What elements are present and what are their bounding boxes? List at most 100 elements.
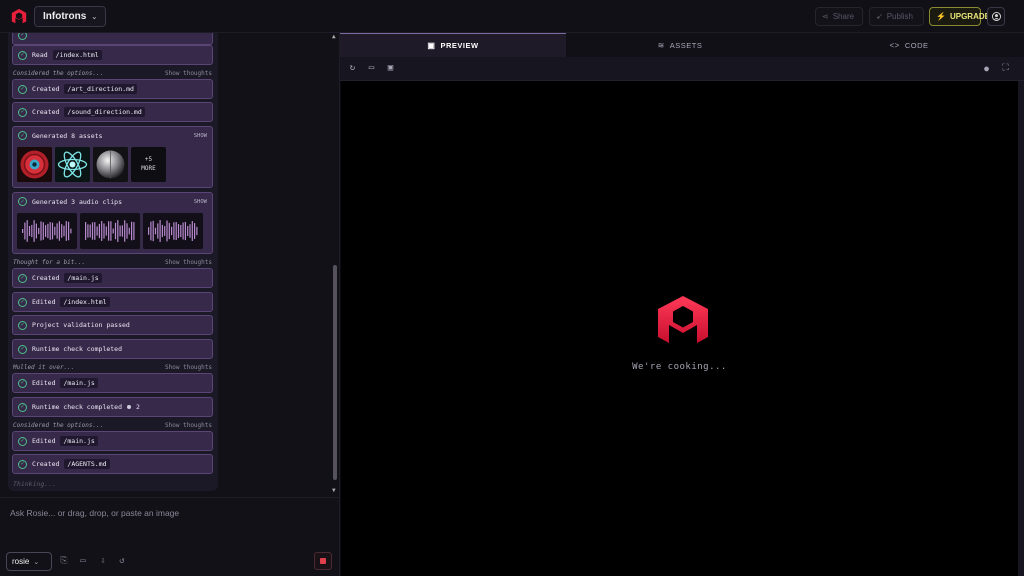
app-logo-icon[interactable] (10, 8, 28, 26)
waveform-bar (189, 224, 191, 238)
status-dot-icon (127, 405, 132, 409)
waveform-bar (65, 221, 67, 241)
code-icon: <> (889, 40, 900, 50)
step-item[interactable]: ✓ Edited /main.js (12, 431, 213, 451)
chat-panel: ✓ ✓ Read /index.html Considered the opti… (0, 33, 340, 576)
show-thoughts-link[interactable]: Show thoughts (165, 364, 212, 371)
account-button[interactable] (987, 7, 1005, 26)
step-item[interactable]: ✓ Runtime check completed (12, 339, 213, 359)
step-item[interactable]: ✓ Created /sound_direction.md (12, 102, 213, 122)
upgrade-button[interactable]: ⚡ UPGRADE (929, 7, 990, 26)
step-item[interactable]: ✓ Project validation passed (12, 315, 213, 335)
step-item[interactable]: ✓ Created /art_direction.md (12, 79, 213, 99)
waveform-bar (119, 225, 121, 237)
user-icon (991, 12, 1001, 21)
waveform-bar (105, 226, 107, 236)
waveform-bar (98, 223, 100, 239)
waveform-bar (31, 224, 33, 238)
chat-input-area: Ask Rosie... or drag, drop, or paste an … (0, 497, 340, 576)
waveform-bar (63, 225, 65, 237)
step-item[interactable]: ✓ Runtime check completed 2 (12, 397, 213, 417)
preview-canvas[interactable]: We're cooking... (341, 81, 1018, 576)
waveform-bar (150, 221, 152, 241)
history-icon[interactable]: ↺ (117, 556, 127, 566)
share-button[interactable]: ⋖ Share (815, 7, 863, 26)
waveform-bar (101, 221, 103, 241)
upgrade-label: UPGRADE (949, 12, 990, 21)
show-thoughts-link[interactable]: Show thoughts (165, 422, 212, 429)
scrollbar-thumb[interactable] (333, 265, 337, 480)
audio-clip[interactable] (80, 213, 140, 249)
chevron-down-icon: ⌄ (91, 13, 98, 21)
show-thoughts-link[interactable]: Show thoughts (165, 259, 212, 266)
card-header: ✓ Generated 3 audio clips SHOW (18, 197, 207, 206)
step-verb: Created (32, 460, 60, 468)
waveform-bar (196, 226, 198, 236)
waveform-bar (112, 228, 114, 234)
thought-row: Considered the options... Show thoughts (13, 422, 212, 429)
tab-assets[interactable]: ≋ ASSETS (566, 33, 794, 57)
monitor-icon[interactable]: ▭ (366, 63, 377, 74)
waveform-icon (85, 220, 135, 242)
screenshot-icon[interactable]: ▣ (385, 63, 396, 74)
waveform-bar (182, 222, 184, 240)
waveform-bar (70, 228, 72, 234)
upload-icon[interactable]: ⇩ (98, 556, 108, 566)
repeat-count: 2 (136, 403, 140, 411)
stop-button[interactable] (314, 552, 332, 570)
waveform-bar (184, 221, 186, 241)
step-item[interactable]: ✓ Created /AGENTS.md (12, 454, 213, 474)
thought-text: Considered the options... (13, 422, 104, 429)
step-item[interactable]: ✓ Created /main.js (12, 268, 213, 288)
check-icon: ✓ (18, 297, 27, 307)
check-icon: ✓ (18, 50, 27, 60)
project-switcher[interactable]: Infotrons ⌄ (34, 6, 107, 27)
tab-preview[interactable]: ▣ PREVIEW (340, 33, 566, 57)
attach-icon[interactable]: ⎘ (59, 556, 69, 566)
record-icon[interactable]: ● (981, 63, 992, 74)
waveform-bar (191, 221, 193, 241)
refresh-icon[interactable]: ↻ (347, 63, 358, 74)
model-select[interactable]: rosie ⌄ (6, 552, 52, 571)
show-audio-link[interactable]: SHOW (194, 199, 207, 205)
tab-label: PREVIEW (440, 41, 479, 50)
step-item[interactable]: ✓ Edited /index.html (12, 292, 213, 312)
step-verb: Read (32, 51, 48, 59)
chat-input[interactable]: Ask Rosie... or drag, drop, or paste an … (10, 508, 179, 518)
step-item[interactable]: ✓ Read /index.html (12, 45, 213, 65)
step-item[interactable]: ✓ Edited /main.js (12, 373, 213, 393)
waveform-bar (157, 223, 159, 239)
publish-button[interactable]: ➹ Publish (869, 7, 924, 26)
asset-thumbnail[interactable] (17, 147, 52, 182)
scroll-up-icon[interactable]: ▲ (332, 33, 336, 40)
card-title: Generated 3 audio clips (32, 197, 123, 206)
step-verb: Created (32, 274, 60, 282)
more-label: MORE (141, 164, 156, 172)
waveform-bar (22, 229, 24, 233)
check-icon: ✓ (18, 84, 27, 94)
stop-icon (320, 558, 326, 564)
image-icon[interactable]: ▭ (78, 556, 88, 566)
waveform-bar (96, 226, 98, 236)
waveform-bar (26, 220, 28, 242)
more-assets-tile[interactable]: +5 MORE (131, 147, 166, 182)
scroll-down-icon[interactable]: ▼ (332, 487, 336, 494)
waveform-bar (94, 222, 96, 240)
waveform-bar (68, 221, 70, 241)
step-verb: Created (32, 85, 60, 93)
step-item[interactable]: ✓ (12, 33, 213, 45)
fullscreen-icon[interactable]: ⛶ (1000, 63, 1011, 74)
audio-clip[interactable] (143, 213, 203, 249)
rocket-icon: ➹ (876, 12, 883, 21)
chat-scrollbar[interactable]: ▲ ▼ (332, 33, 338, 495)
step-file: /art_direction.md (64, 84, 137, 94)
check-icon: ✓ (18, 197, 27, 206)
show-thoughts-link[interactable]: Show thoughts (165, 70, 212, 77)
asset-thumbnail[interactable] (55, 147, 90, 182)
audio-clip[interactable] (17, 213, 77, 249)
chat-history[interactable]: ✓ ✓ Read /index.html Considered the opti… (8, 33, 218, 491)
show-assets-link[interactable]: SHOW (194, 133, 207, 139)
waveform-bar (45, 225, 47, 237)
tab-code[interactable]: <> CODE (794, 33, 1024, 57)
asset-thumbnail[interactable] (93, 147, 128, 182)
